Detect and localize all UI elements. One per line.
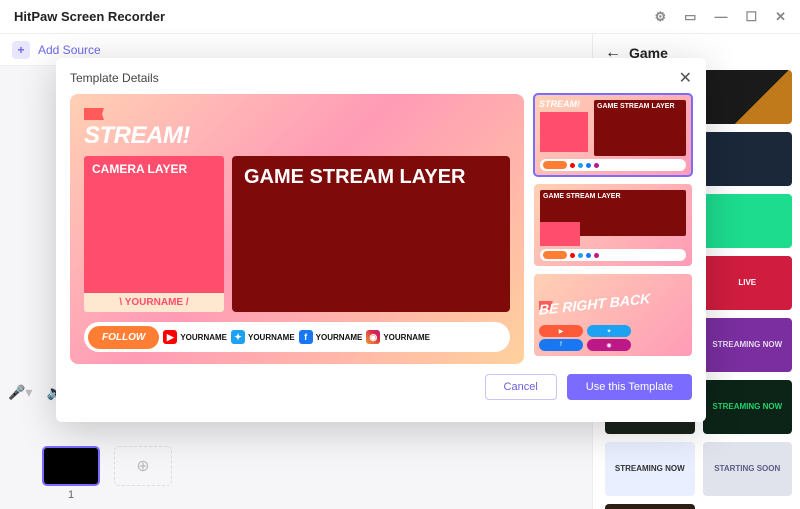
yourname-label: \ YOURNAME /: [84, 293, 224, 312]
variant-1[interactable]: STREAM! GAME STREAM LAYER: [534, 94, 692, 176]
cancel-button[interactable]: Cancel: [485, 374, 557, 400]
brb-ig-pill: ◉: [587, 339, 631, 351]
brb-fb-pill: f: [539, 339, 583, 351]
brb-tw-pill: ✦: [587, 325, 631, 337]
camera-layer-box: CAMERA LAYER \ YOURNAME /: [84, 156, 224, 312]
brb-yt-pill: ▶: [539, 325, 583, 337]
twitter-handle: ✦YOURNAME: [231, 330, 295, 344]
game-layer-box: GAME STREAM LAYER: [232, 156, 510, 312]
instagram-icon: ◉: [366, 330, 380, 344]
variant-2[interactable]: GAME STREAM LAYER: [534, 184, 692, 266]
youtube-icon: ▶: [163, 330, 177, 344]
variant-3-brb[interactable]: BE RIGHT BACK ▶ ✦ f ◉: [534, 274, 692, 356]
close-icon[interactable]: ✕: [679, 68, 692, 88]
camera-layer-label: CAMERA LAYER: [84, 156, 224, 196]
twitter-icon: ✦: [231, 330, 245, 344]
template-preview: STREAM! CAMERA LAYER \ YOURNAME / GAME S…: [70, 94, 524, 364]
flag-icon: [84, 108, 104, 120]
social-bar: FOLLOW ▶YOURNAME ✦YOURNAME fYOURNAME ◉YO…: [84, 322, 510, 352]
facebook-handle: fYOURNAME: [299, 330, 363, 344]
template-details-modal: Template Details ✕ STREAM! CAMERA LAYER …: [56, 58, 706, 422]
youtube-handle: ▶YOURNAME: [163, 330, 227, 344]
follow-button[interactable]: FOLLOW: [88, 326, 159, 349]
modal-overlay: Template Details ✕ STREAM! CAMERA LAYER …: [0, 0, 800, 509]
instagram-handle: ◉YOURNAME: [366, 330, 430, 344]
use-template-button[interactable]: Use this Template: [567, 374, 692, 400]
modal-title: Template Details: [70, 71, 159, 85]
facebook-icon: f: [299, 330, 313, 344]
stream-label: STREAM!: [84, 122, 510, 150]
variants-column: STREAM! GAME STREAM LAYER GAME STREAM LA…: [534, 94, 692, 364]
variant-3-label: BE RIGHT BACK: [539, 288, 687, 317]
variant-1-label: GAME STREAM LAYER: [594, 100, 686, 156]
